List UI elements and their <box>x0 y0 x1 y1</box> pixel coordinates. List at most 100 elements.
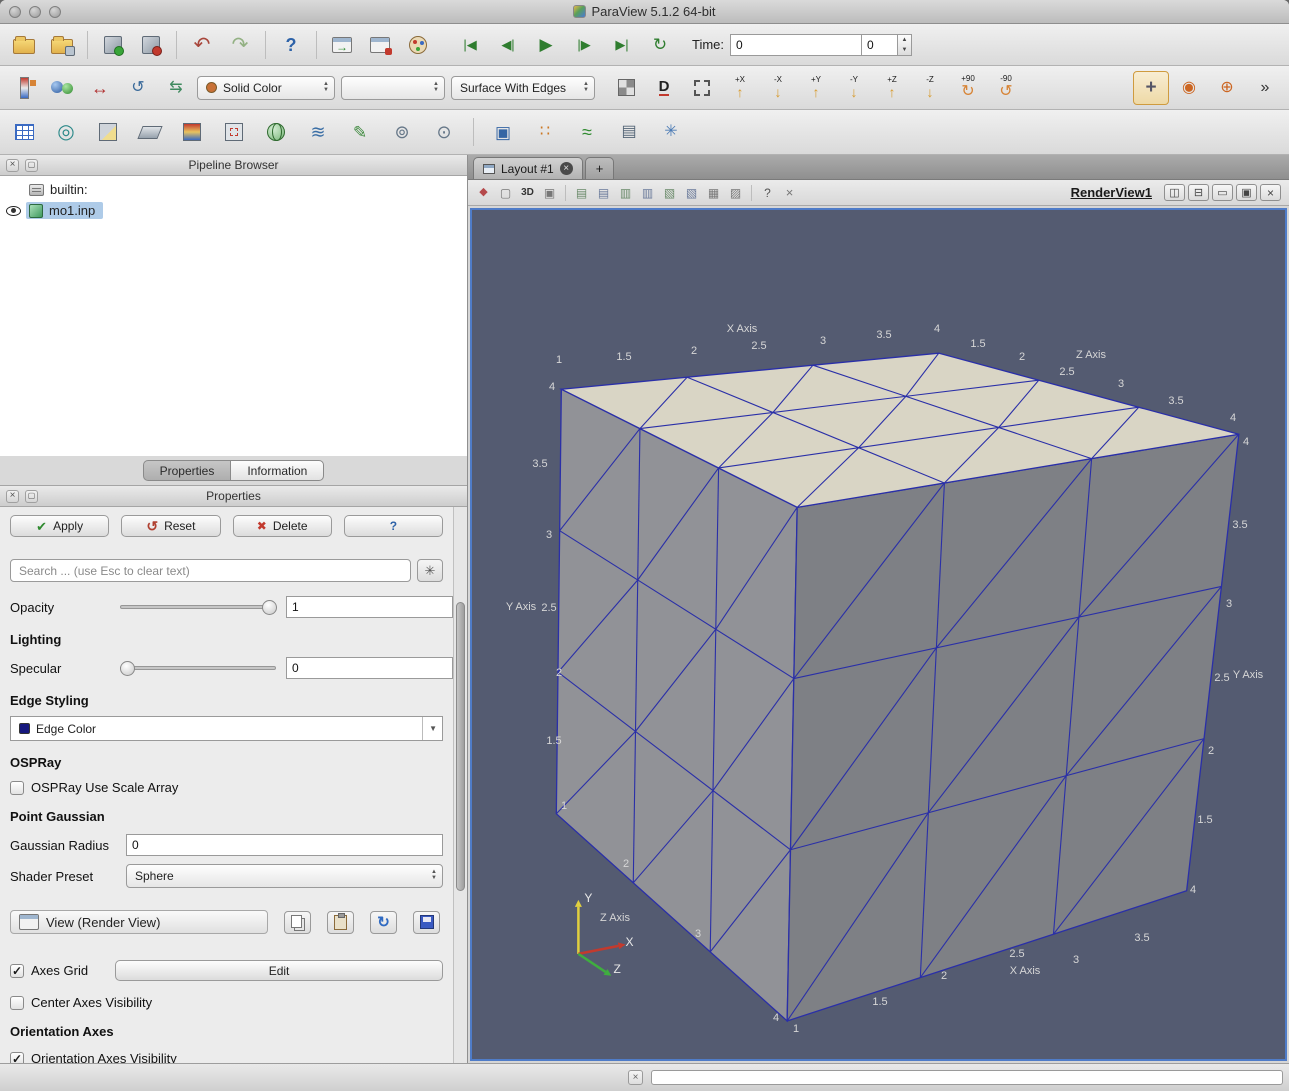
clear-selection-button[interactable]: × <box>780 183 799 202</box>
properties-scrollbar[interactable] <box>453 507 467 1063</box>
disconnect-button[interactable] <box>133 28 169 62</box>
float-panel-icon[interactable] <box>25 490 38 503</box>
threshold-button[interactable] <box>174 115 210 149</box>
undo-button[interactable]: ↶ <box>184 28 220 62</box>
time-value-input[interactable] <box>730 34 862 56</box>
close-window-button[interactable] <box>9 6 21 18</box>
play-button[interactable]: ▶ <box>528 28 564 62</box>
frame-stepper[interactable] <box>898 34 912 56</box>
select-cells-through-button[interactable]: ▥ <box>616 183 635 202</box>
stepper-up-icon[interactable] <box>898 35 911 45</box>
set-view-plus-z-button[interactable]: +Z↑ <box>874 71 910 105</box>
close-panel-icon[interactable] <box>6 490 19 503</box>
paste-view-settings-button[interactable] <box>327 911 354 934</box>
clip-button[interactable] <box>90 115 126 149</box>
set-view-minus-y-button[interactable]: -Y↓ <box>836 71 872 105</box>
interactive-select-points-button[interactable]: ▧ <box>682 183 701 202</box>
reset-center-button[interactable]: ⊕ <box>1209 71 1245 105</box>
fullscreen-button[interactable]: ▢ <box>496 183 515 202</box>
delete-button[interactable]: Delete <box>233 515 332 537</box>
rescale-to-visible-range-button[interactable]: ⇆ <box>158 71 194 105</box>
opacity-slider-knob[interactable] <box>262 600 277 615</box>
close-view-button[interactable]: × <box>1260 184 1281 201</box>
toggle-color-legend-button[interactable] <box>6 71 42 105</box>
color-palette-button[interactable] <box>400 28 436 62</box>
rotate-90-counterclockwise-button[interactable]: -90↺ <box>988 71 1024 105</box>
help-button[interactable]: ? <box>344 515 443 537</box>
plot-over-line-button[interactable]: ≈ <box>569 115 605 149</box>
show-center-axes-button[interactable]: + <box>1133 71 1169 105</box>
warp-by-vector-button[interactable]: ✎ <box>342 115 378 149</box>
save-data-button[interactable] <box>44 28 80 62</box>
pipeline-item-mo1-inp[interactable]: mo1.inp <box>0 200 467 221</box>
float-panel-icon[interactable] <box>25 159 38 172</box>
opacity-slider[interactable] <box>120 605 276 609</box>
reset-camera-button[interactable] <box>608 71 644 105</box>
select-cells-on-button[interactable]: ▤ <box>572 183 591 202</box>
edit-color-map-button[interactable] <box>44 71 80 105</box>
layout-tab[interactable]: Layout #1 <box>473 157 583 179</box>
rotate-90-clockwise-button[interactable]: +90↻ <box>950 71 986 105</box>
axes-grid-edit-button[interactable]: Edit <box>115 960 443 981</box>
group-datasets-button[interactable]: ⊚ <box>384 115 420 149</box>
representation-dropdown[interactable]: Surface With Edges <box>451 76 595 100</box>
calculator-button[interactable] <box>6 115 42 149</box>
set-view-minus-z-button[interactable]: -Z↓ <box>912 71 948 105</box>
select-block-button[interactable]: ▦ <box>704 183 723 202</box>
set-view-plus-x-button[interactable]: +X↑ <box>722 71 758 105</box>
set-view-plus-y-button[interactable]: +Y↑ <box>798 71 834 105</box>
interactive-select-cells-button[interactable]: ▧ <box>660 183 679 202</box>
help-button[interactable]: ? <box>273 28 309 62</box>
reload-view-settings-button[interactable] <box>370 911 397 934</box>
center-axes-visibility-checkbox[interactable] <box>10 996 24 1010</box>
restore-button[interactable]: ▭ <box>1212 184 1233 201</box>
contour-button[interactable]: ◎ <box>48 115 84 149</box>
search-input[interactable] <box>10 559 411 582</box>
gaussian-radius-input[interactable] <box>126 834 443 856</box>
slice-button[interactable] <box>132 115 168 149</box>
glyph-button[interactable] <box>258 115 294 149</box>
zoom-to-data-button[interactable]: D <box>646 71 682 105</box>
component-dropdown[interactable] <box>341 76 445 100</box>
visibility-eye-icon[interactable] <box>6 206 21 216</box>
last-frame-button[interactable]: ▶| <box>604 28 640 62</box>
rescale-to-data-range-button[interactable]: ↔ <box>82 71 118 105</box>
hover-cells-button[interactable]: ▨ <box>726 183 745 202</box>
toolbar-overflow-button[interactable]: » <box>1247 71 1283 105</box>
tab-properties[interactable]: Properties <box>143 460 231 481</box>
abort-progress-button[interactable] <box>628 1070 643 1085</box>
stepper-down-icon[interactable] <box>898 45 911 55</box>
previous-frame-button[interactable]: ◀| <box>490 28 526 62</box>
color-by-dropdown[interactable]: Solid Color <box>197 76 335 100</box>
orientation-axes-visibility-checkbox[interactable] <box>10 1052 24 1064</box>
split-vertical-button[interactable]: ⊟ <box>1188 184 1209 201</box>
hover-info-button[interactable]: ? <box>758 183 777 202</box>
opacity-input[interactable] <box>286 596 453 618</box>
redo-button[interactable]: ↷ <box>222 28 258 62</box>
loop-button[interactable]: ↻ <box>642 28 678 62</box>
shader-preset-dropdown[interactable]: Sphere <box>126 864 443 888</box>
add-layout-tab-button[interactable]: + <box>585 157 615 179</box>
extract-selection-button[interactable]: ∷ <box>527 115 563 149</box>
tab-information[interactable]: Information <box>230 460 324 481</box>
select-points-on-button[interactable]: ▤ <box>594 183 613 202</box>
pick-center-button[interactable]: ◉ <box>1171 71 1207 105</box>
edge-color-dropdown[interactable]: Edge Color <box>10 716 443 741</box>
capture-view-button[interactable]: ▣ <box>540 183 559 202</box>
extract-level-button[interactable]: ⊙ <box>426 115 462 149</box>
open-button[interactable] <box>6 28 42 62</box>
capture-screenshot-button[interactable] <box>324 28 360 62</box>
plot-selection-over-time-button[interactable]: ▤ <box>611 115 647 149</box>
zoom-closest-to-data-button[interactable] <box>684 71 720 105</box>
zoom-window-button[interactable] <box>49 6 61 18</box>
copy-view-settings-button[interactable] <box>284 911 311 934</box>
extract-subset-button[interactable] <box>216 115 252 149</box>
apply-button[interactable]: Apply <box>10 515 109 537</box>
next-frame-button[interactable]: |▶ <box>566 28 602 62</box>
specular-input[interactable] <box>286 657 453 679</box>
freeze-selection-button[interactable]: ✳ <box>653 115 689 149</box>
rescale-to-custom-range-button[interactable]: ↺ <box>120 71 156 105</box>
ospray-use-scale-array-checkbox[interactable] <box>10 781 24 795</box>
interaction-mode-button[interactable]: 3D <box>518 183 537 202</box>
select-points-through-button[interactable]: ▥ <box>638 183 657 202</box>
